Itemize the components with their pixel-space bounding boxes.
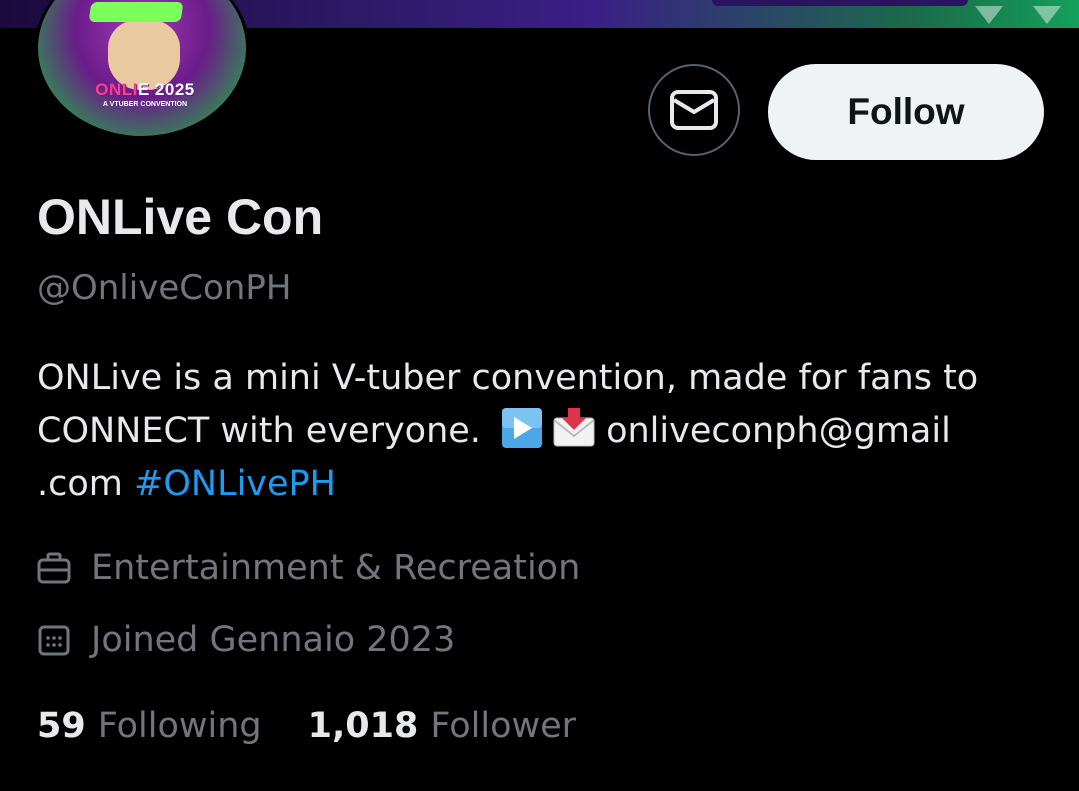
profile-category: Entertainment & Recreation: [37, 548, 580, 588]
following-label: Following: [97, 706, 262, 746]
bio-line: .com #ONLivePH: [37, 458, 1047, 511]
profile-joined-date: Joined Gennaio 2023: [37, 620, 455, 660]
display-name: ONLive Con: [37, 189, 324, 245]
followers-label: Follower: [430, 706, 577, 746]
profile-bio: ONLive is a mini V-tuber convention, mad…: [37, 352, 1047, 511]
following-link[interactable]: 59 Following: [37, 706, 262, 746]
banner-triangle: [1033, 6, 1061, 24]
bio-email-tail[interactable]: .com: [37, 464, 123, 504]
briefcase-icon: [37, 552, 71, 584]
message-button[interactable]: [648, 64, 740, 156]
joined-label: Joined Gennaio 2023: [91, 620, 456, 660]
following-count: 59: [37, 706, 86, 746]
avatar[interactable]: ONLIE 2025 A VTUBER CONVENTION: [34, 0, 250, 138]
user-handle: @OnliveConPH: [37, 268, 292, 308]
avatar-logo-subtitle: A VTUBER CONVENTION: [102, 101, 188, 108]
bio-email[interactable]: onliveconph@gmail: [606, 411, 951, 451]
envelope-arrow-emoji-icon: [553, 408, 595, 447]
banner-triangle: [975, 6, 1003, 24]
follow-stats: 59 Following 1,018 Follower: [37, 706, 576, 746]
play-button-emoji-icon: [502, 408, 543, 448]
avatar-image: ONLIE 2025 A VTUBER CONVENTION: [38, 0, 246, 136]
avatar-mascot-visor: [88, 2, 184, 22]
followers-link[interactable]: 1,018 Follower: [308, 706, 576, 746]
calendar-icon: [38, 625, 70, 656]
hashtag-link[interactable]: #ONLivePH: [134, 464, 336, 504]
bio-line: ONLive is a mini V-tuber convention, mad…: [37, 358, 979, 398]
bio-line: CONNECT with everyone. onliveconph@gmail: [37, 405, 1047, 458]
envelope-icon: [670, 90, 718, 130]
category-label: Entertainment & Recreation: [91, 548, 581, 588]
follow-button[interactable]: Follow: [768, 64, 1044, 160]
followers-count: 1,018: [307, 706, 419, 746]
avatar-logo: ONLIE 2025: [95, 80, 195, 99]
banner-graphic: [712, 0, 968, 6]
